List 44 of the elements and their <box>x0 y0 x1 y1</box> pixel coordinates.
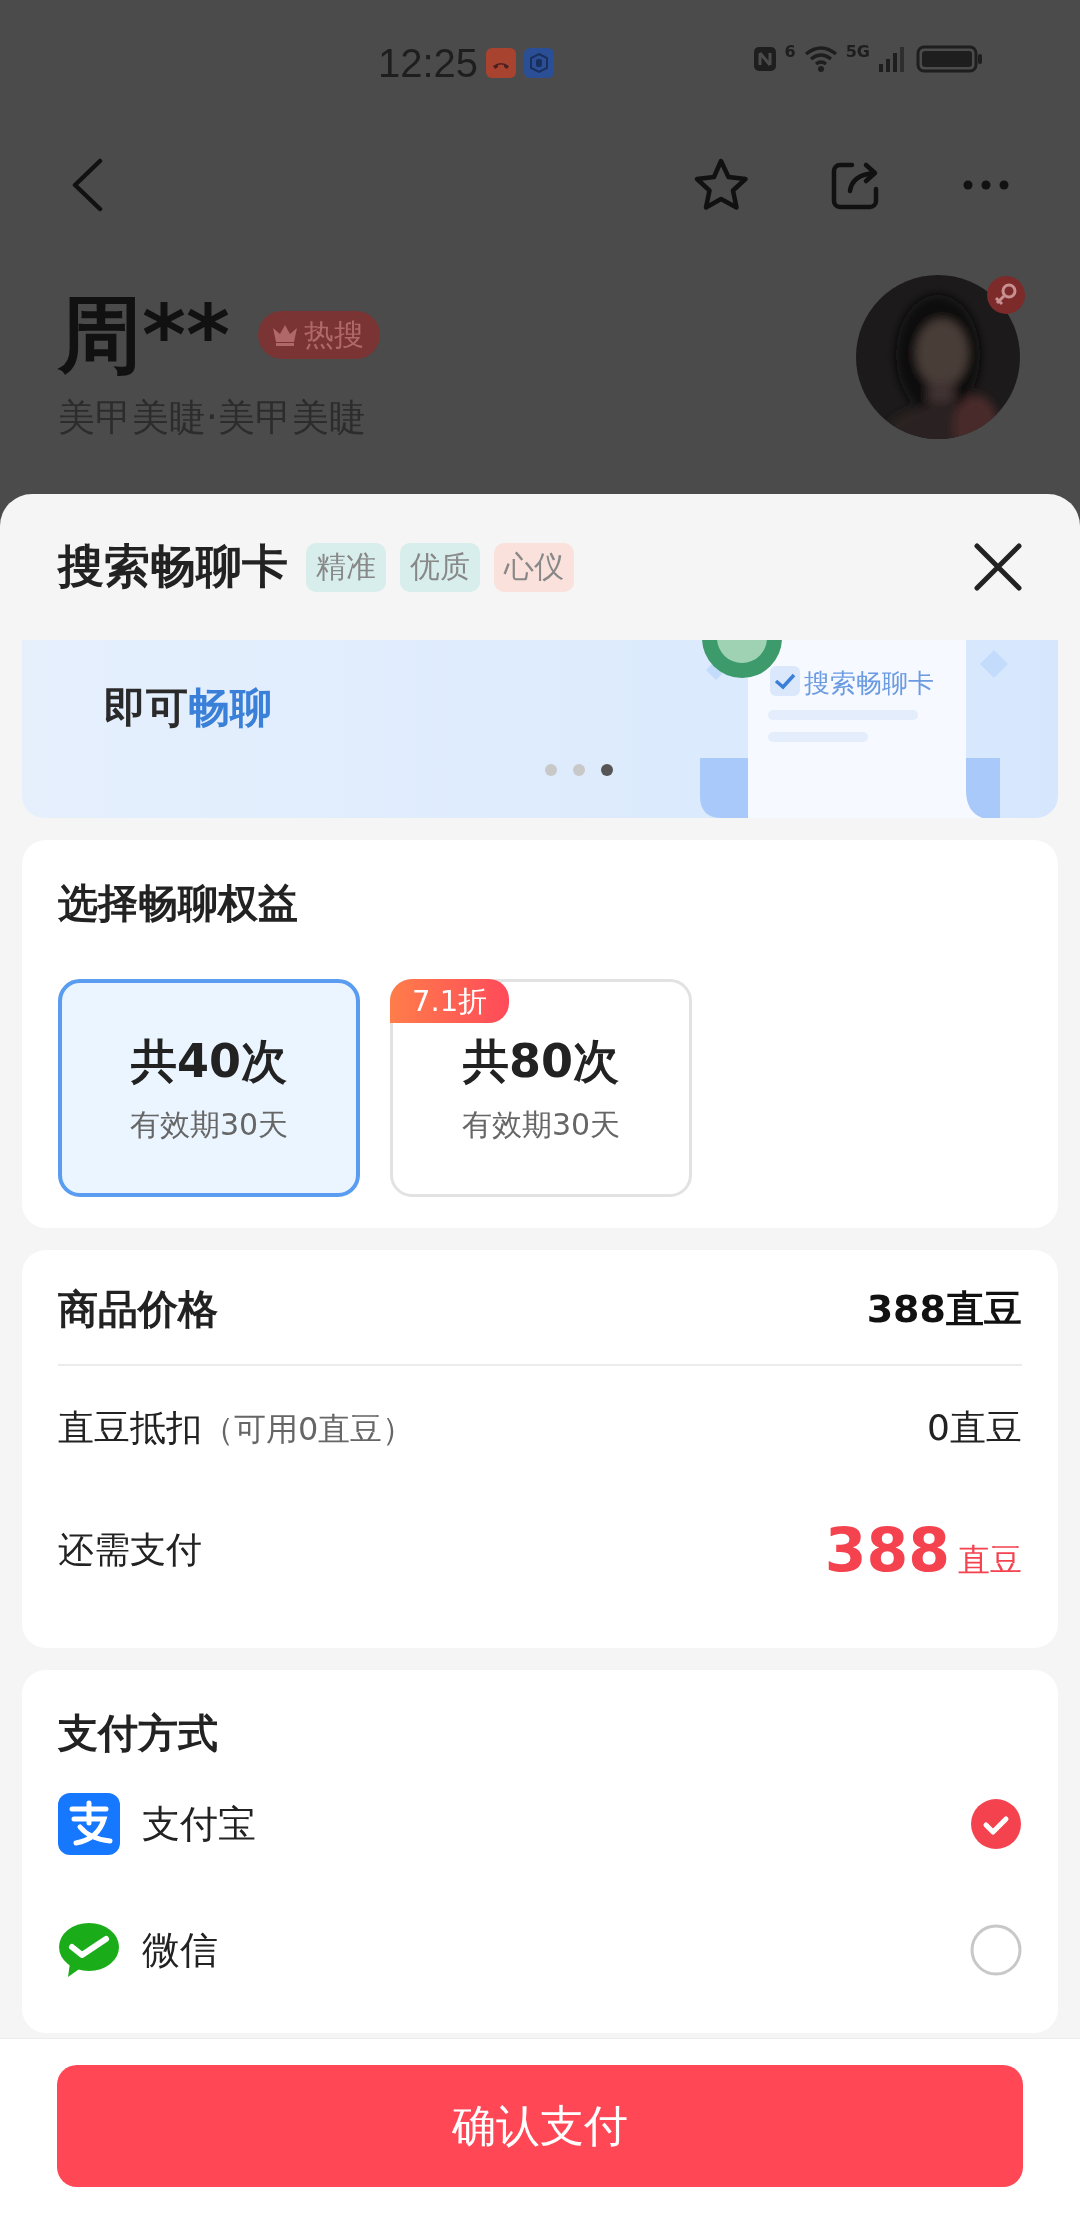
call-notification-icon <box>486 48 517 78</box>
female-icon <box>986 275 1026 315</box>
carousel-dot[interactable] <box>545 764 557 776</box>
carousel-dot[interactable] <box>601 764 613 776</box>
deduction-label: 直豆抵扣 <box>58 1406 202 1448</box>
option-validity: 有效期30天 <box>129 1105 289 1144</box>
deduction-note: （可用0直豆） <box>202 1409 415 1448</box>
tag: 心仪 <box>494 542 574 592</box>
hand-notification-icon <box>524 48 555 78</box>
option-validity: 有效期30天 <box>461 1105 621 1144</box>
wifi-icon <box>803 44 838 74</box>
section-title: 选择畅聊权益 <box>58 879 299 928</box>
checked-radio[interactable] <box>970 1798 1022 1850</box>
carousel-dot[interactable] <box>573 764 585 776</box>
deduction-value: 0直豆 <box>927 1405 1022 1450</box>
star-icon[interactable] <box>692 157 750 213</box>
price-label: 商品价格 <box>58 1284 218 1334</box>
tag: 精准 <box>306 542 386 592</box>
tag: 优质 <box>400 542 480 592</box>
option-count: 共40次 <box>131 1032 287 1090</box>
more-icon[interactable] <box>962 179 1010 191</box>
nfc-icon <box>752 44 777 74</box>
back-icon[interactable] <box>70 158 104 212</box>
payment-option[interactable]: 支付宝 <box>58 1761 1022 1887</box>
payment-name: 微信 <box>142 1926 219 1974</box>
sheet-title: 搜索畅聊卡 <box>58 538 288 595</box>
payment-name: 支付宝 <box>142 1800 257 1848</box>
option-count: 共80次 <box>463 1032 619 1090</box>
section-title: 支付方式 <box>58 1709 219 1758</box>
profile-name: 周** <box>58 285 230 385</box>
amount-due-label: 还需支付 <box>58 1527 202 1572</box>
payment-option[interactable]: 微信 <box>58 1887 1022 2013</box>
discount-badge: 7.1折 <box>390 979 510 1023</box>
close-icon[interactable] <box>974 543 1022 591</box>
radio-button[interactable] <box>970 1924 1022 1976</box>
amount-unit: 直豆 <box>958 1541 1022 1579</box>
amount-due: 388 <box>824 1515 950 1585</box>
banner-headline: 即可畅聊 <box>104 682 272 734</box>
card-label: 搜索畅聊卡 <box>804 667 934 700</box>
price-value: 388直豆 <box>866 1285 1022 1333</box>
benefit-option[interactable]: 7.1折 共80次 有效期30天 <box>390 979 692 1197</box>
battery-icon <box>916 44 984 74</box>
alipay-icon <box>58 1793 120 1855</box>
benefit-option[interactable]: 共40次 有效期30天 <box>58 979 360 1197</box>
